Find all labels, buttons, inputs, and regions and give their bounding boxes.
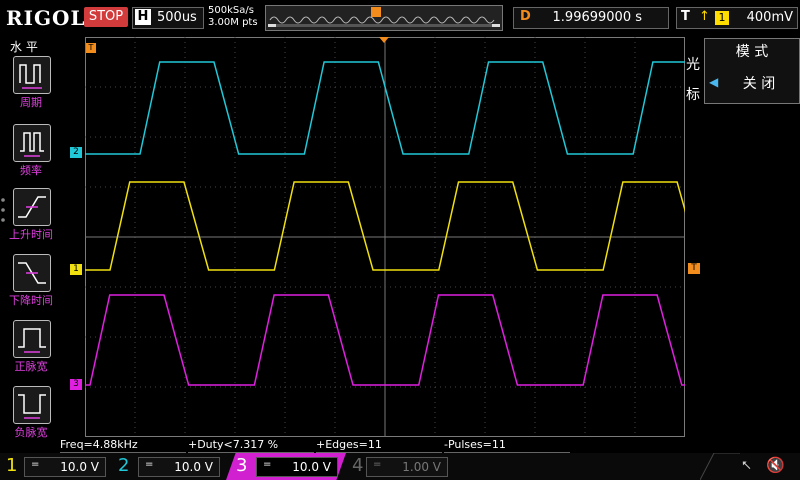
ch4-number[interactable]: 4 — [352, 455, 363, 476]
measure-edges[interactable]: +Edges=11 — [316, 438, 442, 453]
measure-rise-time-button[interactable]: 上升时间 — [6, 188, 56, 246]
measure-duty[interactable]: +Duty<7.317 % — [188, 438, 314, 453]
measure-frequency-button[interactable]: 频率 — [6, 124, 56, 182]
ch4-scale[interactable]: = 1.00 V — [366, 457, 448, 477]
cursor-mode-title: 模 式 — [735, 44, 769, 60]
frequency-icon — [13, 124, 51, 162]
measure-period-button[interactable]: 周期 — [6, 56, 56, 114]
trigger-level: 400mV — [746, 10, 793, 25]
trigger-display[interactable]: T ↑ 1 400mV — [676, 7, 798, 29]
sample-rate: 500kSa/s — [208, 5, 254, 16]
ch3-number[interactable]: 3 — [236, 455, 247, 476]
acquisition-info: 500kSa/s 3.00M pts — [208, 5, 258, 29]
ch2-offset-marker[interactable]: 2 — [70, 147, 82, 158]
selector-arrow-icon: ◀ — [709, 75, 719, 89]
ch1-scale-value: 10.0 V — [60, 460, 99, 474]
delay-display[interactable]: D 1.99699000 s — [513, 7, 669, 29]
ch3-coupling: = — [263, 459, 272, 470]
ch4-coupling: = — [373, 459, 382, 470]
negative-width-icon — [13, 386, 51, 424]
trigger-position-marker[interactable]: T — [86, 43, 96, 53]
ch3-scale[interactable]: = 10.0 V — [256, 457, 338, 477]
ch3-offset-marker[interactable]: 3 — [70, 379, 82, 390]
ch1-scale[interactable]: = 10.0 V — [24, 457, 106, 477]
measure-fall-time-button[interactable]: 下降时间 — [6, 254, 56, 312]
delay-label: D — [520, 9, 531, 24]
period-icon — [13, 56, 51, 94]
status-bar-divider — [700, 453, 740, 480]
trigger-level-marker[interactable]: T — [688, 263, 700, 274]
ch1-coupling: = — [31, 459, 40, 470]
trigger-label: T — [681, 9, 690, 24]
overview-trigger-marker — [371, 7, 381, 17]
rise-time-icon — [13, 188, 51, 226]
run-stop-button[interactable]: STOP — [84, 7, 128, 27]
rise-time-label: 上升时间 — [9, 228, 53, 241]
brand-logo: RIGOL — [6, 6, 86, 30]
cursor-label-1: 光 — [686, 57, 700, 73]
usb-icon: ⭦ — [742, 458, 752, 474]
trigger-source: 1 — [715, 11, 729, 25]
ch2-coupling: = — [145, 459, 154, 470]
fall-time-label: 下降时间 — [9, 294, 53, 307]
ch3-scale-value: 10.0 V — [292, 460, 331, 474]
ch2-number[interactable]: 2 — [118, 455, 129, 476]
cursor-menu-side-label: 光 标 — [686, 50, 702, 110]
ch2-scale-value: 10.0 V — [174, 460, 213, 474]
memory-overview-bar[interactable] — [265, 5, 503, 31]
measure-negative-width-button[interactable]: 负脉宽 — [6, 386, 56, 444]
speaker-mute-icon[interactable]: 🔇 — [766, 456, 785, 474]
ch4-scale-value: 1.00 V — [402, 460, 441, 474]
channel-status-bar: 1 = 10.0 V 2 = 10.0 V 3 = 10.0 V 4 = 1.0… — [0, 453, 800, 480]
rising-edge-icon: ↑ — [699, 9, 710, 24]
fall-time-icon — [13, 254, 51, 292]
measure-freq[interactable]: Freq=4.88kHz — [60, 438, 186, 453]
timebase-display[interactable]: H 500us — [132, 7, 204, 29]
delay-value: 1.99699000 s — [552, 10, 642, 25]
negative-width-label: 负脉宽 — [14, 426, 48, 439]
positive-width-label: 正脉宽 — [14, 360, 48, 373]
ch2-scale[interactable]: = 10.0 V — [138, 457, 220, 477]
top-status-bar: RIGOL STOP H 500us 500kSa/s 3.00M pts D … — [0, 0, 800, 36]
positive-width-icon — [13, 320, 51, 358]
memory-depth: 3.00M pts — [208, 17, 258, 28]
cursor-mode-value: 关 闭 — [742, 76, 776, 92]
menu-title: 水 平 — [10, 40, 38, 54]
waveform-grid — [0, 37, 800, 437]
ch1-number[interactable]: 1 — [6, 455, 17, 476]
horizontal-measure-menu: 水 平 周期 频率 上升时间 下降时间 正脉宽 负脉宽 — [0, 36, 58, 446]
timebase-value: 500us — [157, 10, 197, 25]
period-label: 周期 — [20, 96, 42, 109]
trigger-time-marker[interactable] — [379, 37, 389, 43]
measure-pulses[interactable]: -Pulses=11 — [444, 438, 570, 453]
menu-page-dots — [1, 198, 5, 222]
overview-waveform — [268, 7, 500, 27]
measure-positive-width-button[interactable]: 正脉宽 — [6, 320, 56, 378]
frequency-label: 频率 — [20, 164, 42, 177]
cursor-label-2: 标 — [686, 87, 700, 103]
ch1-offset-marker[interactable]: 1 — [70, 264, 82, 275]
timebase-label: H — [135, 9, 151, 25]
waveform-display[interactable] — [0, 37, 800, 437]
cursor-mode-softkey[interactable]: 模 式 ◀ 关 闭 — [704, 38, 800, 104]
